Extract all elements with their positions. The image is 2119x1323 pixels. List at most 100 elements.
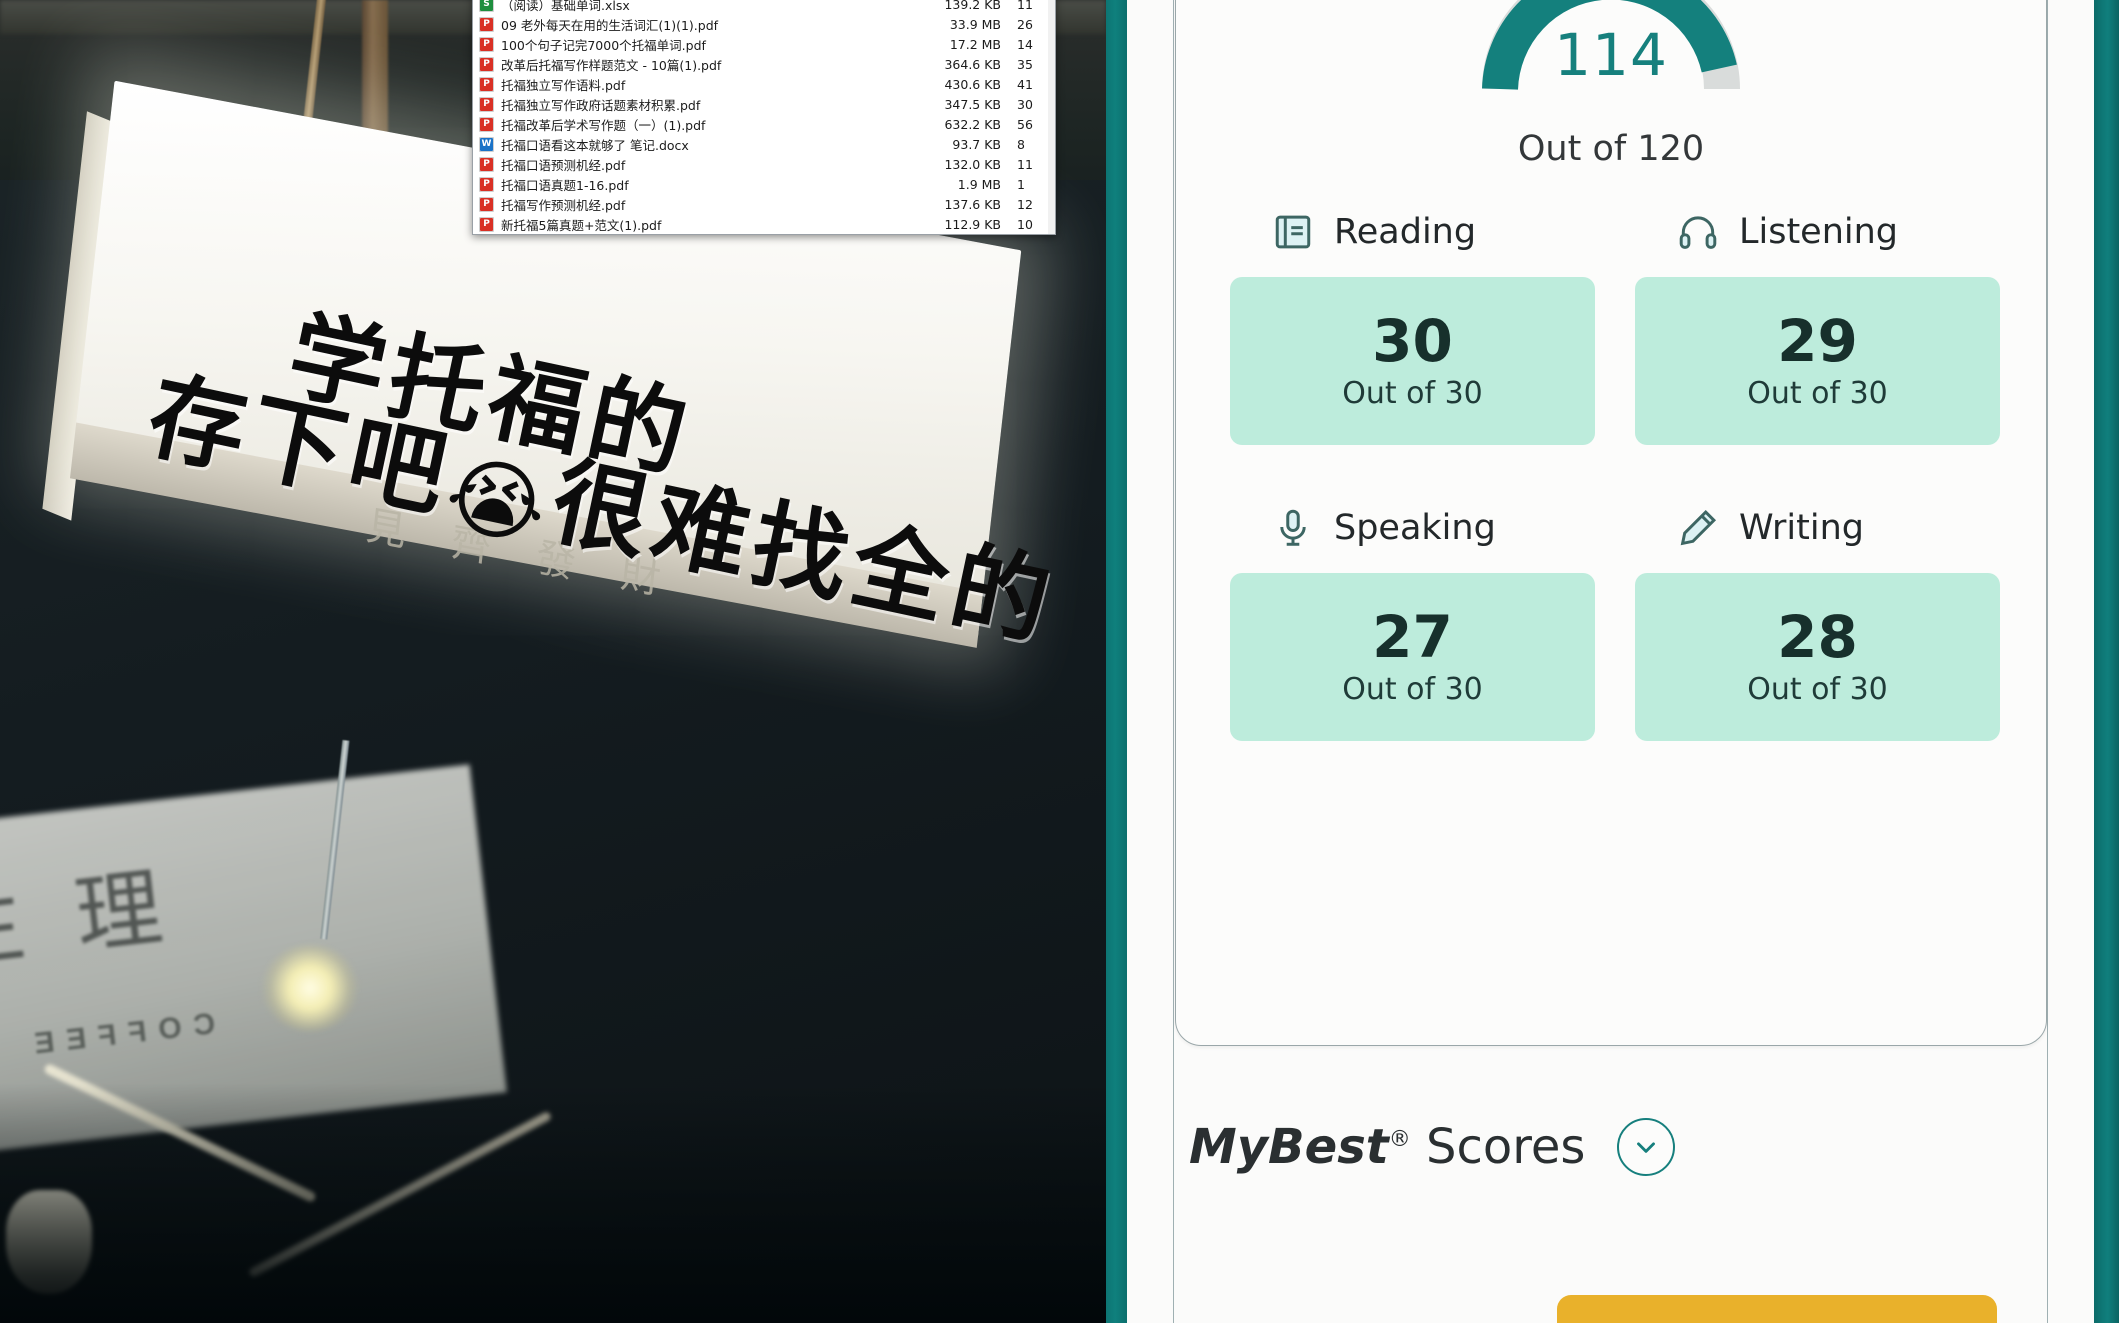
- file-list-item[interactable]: P 100个句子记完7000个托福单词.pdf 17.2 MB 14: [473, 34, 1055, 54]
- pane-left-rule: [1173, 0, 1174, 1323]
- section-speaking-score: 27: [1372, 602, 1453, 671]
- primary-action-button[interactable]: [1557, 1295, 1997, 1323]
- file-extra-column: 1: [1017, 176, 1025, 192]
- file-list-item[interactable]: P 09 老外每天在用的生活词汇(1)(1).pdf 33.9 MB 26: [473, 14, 1055, 34]
- file-explorer-list[interactable]: S （阅读）基础单词.xlsx 139.2 KB 11 P 09 老外每天在用的生活词汇(…: [472, 0, 1056, 235]
- section-speaking-header: Speaking: [1230, 507, 1595, 549]
- file-name: 托福写作预测机经.pdf: [501, 197, 626, 213]
- file-list-item[interactable]: P 托福口语预测机经.pdf 132.0 KB 11: [473, 154, 1055, 174]
- section-reading-label: Reading: [1334, 212, 1477, 252]
- mybest-scores-row[interactable]: MyBest® Scores: [1189, 1118, 1676, 1176]
- file-name: 改革后托福写作样题范文 - 10篇(1).pdf: [501, 57, 722, 73]
- section-speaking-score-box: 27 Out of 30: [1230, 573, 1595, 741]
- file-size: 347.5 KB: [944, 96, 1001, 112]
- section-writing-score: 28: [1777, 602, 1858, 671]
- file-name: 09 老外每天在用的生活词汇(1)(1).pdf: [501, 17, 719, 33]
- doc-file-icon: W: [479, 136, 494, 152]
- mybest-brand: MyBest: [1189, 1119, 1389, 1175]
- left-teal-divider: [1106, 0, 1127, 1323]
- section-writing-out-of: Out of 30: [1747, 671, 1888, 707]
- pdf-file-icon: P: [479, 176, 494, 192]
- pane-right-rule: [2047, 0, 2048, 1323]
- mybest-word: Scores: [1410, 1119, 1586, 1175]
- file-name: 托福独立写作政府话题素材积累.pdf: [501, 97, 701, 113]
- file-name: 托福独立写作语料.pdf: [501, 77, 626, 93]
- file-extra-column: 56: [1017, 116, 1033, 132]
- right-teal-divider: [2094, 0, 2119, 1323]
- pdf-file-icon: P: [479, 196, 494, 212]
- chevron-down-icon: [1637, 1142, 1656, 1153]
- section-reading-out-of: Out of 30: [1342, 375, 1483, 411]
- file-list-scrollbar[interactable]: [1048, 0, 1055, 234]
- file-size: 364.6 KB: [944, 56, 1001, 72]
- pdf-file-icon: P: [479, 156, 494, 172]
- file-list-item[interactable]: P 托福改革后学术写作题（一）(1).pdf 632.2 KB 56: [473, 114, 1055, 134]
- pdf-file-icon: P: [479, 16, 494, 32]
- score-summary-card: 114 Out of 120 Reading 30 Out of 30 List…: [1175, 0, 2047, 1046]
- file-extra-column: 8: [1017, 136, 1025, 152]
- section-listening-label: Listening: [1739, 212, 1899, 252]
- lamp-glow: [262, 945, 358, 1031]
- section-writing: Writing 28 Out of 30: [1635, 507, 2000, 741]
- file-list-item[interactable]: P 托福写作预测机经.pdf 137.6 KB 12: [473, 194, 1055, 214]
- section-listening-out-of: Out of 30: [1747, 375, 1888, 411]
- file-extra-column: 14: [1017, 36, 1033, 52]
- file-list-item[interactable]: S （阅读）基础单词.xlsx 139.2 KB 11: [473, 0, 1055, 14]
- section-listening-score-box: 29 Out of 30: [1635, 277, 2000, 445]
- section-writing-header: Writing: [1635, 507, 2000, 549]
- section-reading: Reading 30 Out of 30: [1230, 211, 1595, 445]
- total-score-gauge: 114: [1482, 0, 1740, 97]
- section-reading-score-box: 30 Out of 30: [1230, 277, 1595, 445]
- file-extra-column: 11: [1017, 156, 1033, 172]
- file-size: 112.9 KB: [944, 216, 1001, 232]
- file-list-item[interactable]: P 托福独立写作语料.pdf 430.6 KB 41: [473, 74, 1055, 94]
- file-size: 93.7 KB: [952, 136, 1001, 152]
- file-list-item[interactable]: P 托福口语真题1-16.pdf 1.9 MB 1: [473, 174, 1055, 194]
- total-score-out-of: Out of 120: [1517, 129, 1705, 169]
- section-listening-header: Listening: [1635, 211, 2000, 253]
- file-extra-column: 30: [1017, 96, 1033, 112]
- file-name: 100个句子记完7000个托福单词.pdf: [501, 37, 706, 53]
- file-size: 139.2 KB: [944, 0, 1001, 12]
- file-list-item[interactable]: P 新托福5篇真题+范文(1).pdf 112.9 KB 10: [473, 214, 1055, 234]
- section-listening: Listening 29 Out of 30: [1635, 211, 2000, 445]
- bottom-vignette: [0, 1083, 1106, 1323]
- toefl-score-report-pane: 114 Out of 120 Reading 30 Out of 30 List…: [1127, 0, 2094, 1323]
- file-list-rows: S （阅读）基础单词.xlsx 139.2 KB 11 P 09 老外每天在用的生活词汇(…: [473, 0, 1055, 234]
- file-size: 430.6 KB: [944, 76, 1001, 92]
- file-extra-column: 35: [1017, 56, 1033, 72]
- registered-mark: ®: [1388, 1127, 1411, 1152]
- section-reading-score: 30: [1372, 306, 1453, 375]
- section-speaking: Speaking 27 Out of 30: [1230, 507, 1595, 741]
- pdf-file-icon: P: [479, 36, 494, 52]
- section-scores-grid: Reading 30 Out of 30 Listening 29 Out of…: [1230, 211, 2000, 741]
- book-icon: [1275, 215, 1311, 249]
- file-size: 17.2 MB: [949, 36, 1001, 52]
- file-name: 托福口语看这本就够了 笔记.docx: [501, 137, 689, 153]
- file-size: 632.2 KB: [944, 116, 1001, 132]
- section-writing-score-box: 28 Out of 30: [1635, 573, 2000, 741]
- xls-file-icon: S: [479, 0, 494, 12]
- file-name: 托福改革后学术写作题（一）(1).pdf: [501, 117, 706, 133]
- pencil-icon: [1680, 509, 1717, 546]
- file-list-item[interactable]: P 改革后托福写作样题范文 - 10篇(1).pdf 364.6 KB 35: [473, 54, 1055, 74]
- mybest-expand-button[interactable]: [1617, 1118, 1676, 1176]
- total-score-value: 114: [1554, 21, 1668, 89]
- section-writing-label: Writing: [1739, 508, 1864, 548]
- file-name: 新托福5篇真题+范文(1).pdf: [501, 217, 662, 233]
- headphones-icon: [1679, 216, 1717, 249]
- file-extra-column: 12: [1017, 196, 1033, 212]
- file-list-item[interactable]: W 托福口语看这本就够了 笔记.docx 93.7 KB 8: [473, 134, 1055, 154]
- pdf-file-icon: P: [479, 56, 494, 72]
- file-size: 137.6 KB: [944, 196, 1001, 212]
- pdf-file-icon: P: [479, 116, 494, 132]
- mybest-scores-title: MyBest® Scores: [1189, 1119, 1585, 1175]
- pdf-file-icon: P: [479, 76, 494, 92]
- file-extra-column: 11: [1017, 0, 1033, 12]
- screenshot-root: 生理 COFFEE 見齊發財 学托福的 存下吧😭很难找全的 S （阅读）基础单词.…: [0, 0, 2119, 1323]
- section-reading-header: Reading: [1230, 211, 1595, 253]
- file-size: 1.9 MB: [957, 176, 1001, 192]
- file-name: 托福口语真题1-16.pdf: [501, 177, 629, 193]
- file-list-item[interactable]: P 托福独立写作政府话题素材积累.pdf 347.5 KB 30: [473, 94, 1055, 114]
- pdf-file-icon: P: [479, 96, 494, 112]
